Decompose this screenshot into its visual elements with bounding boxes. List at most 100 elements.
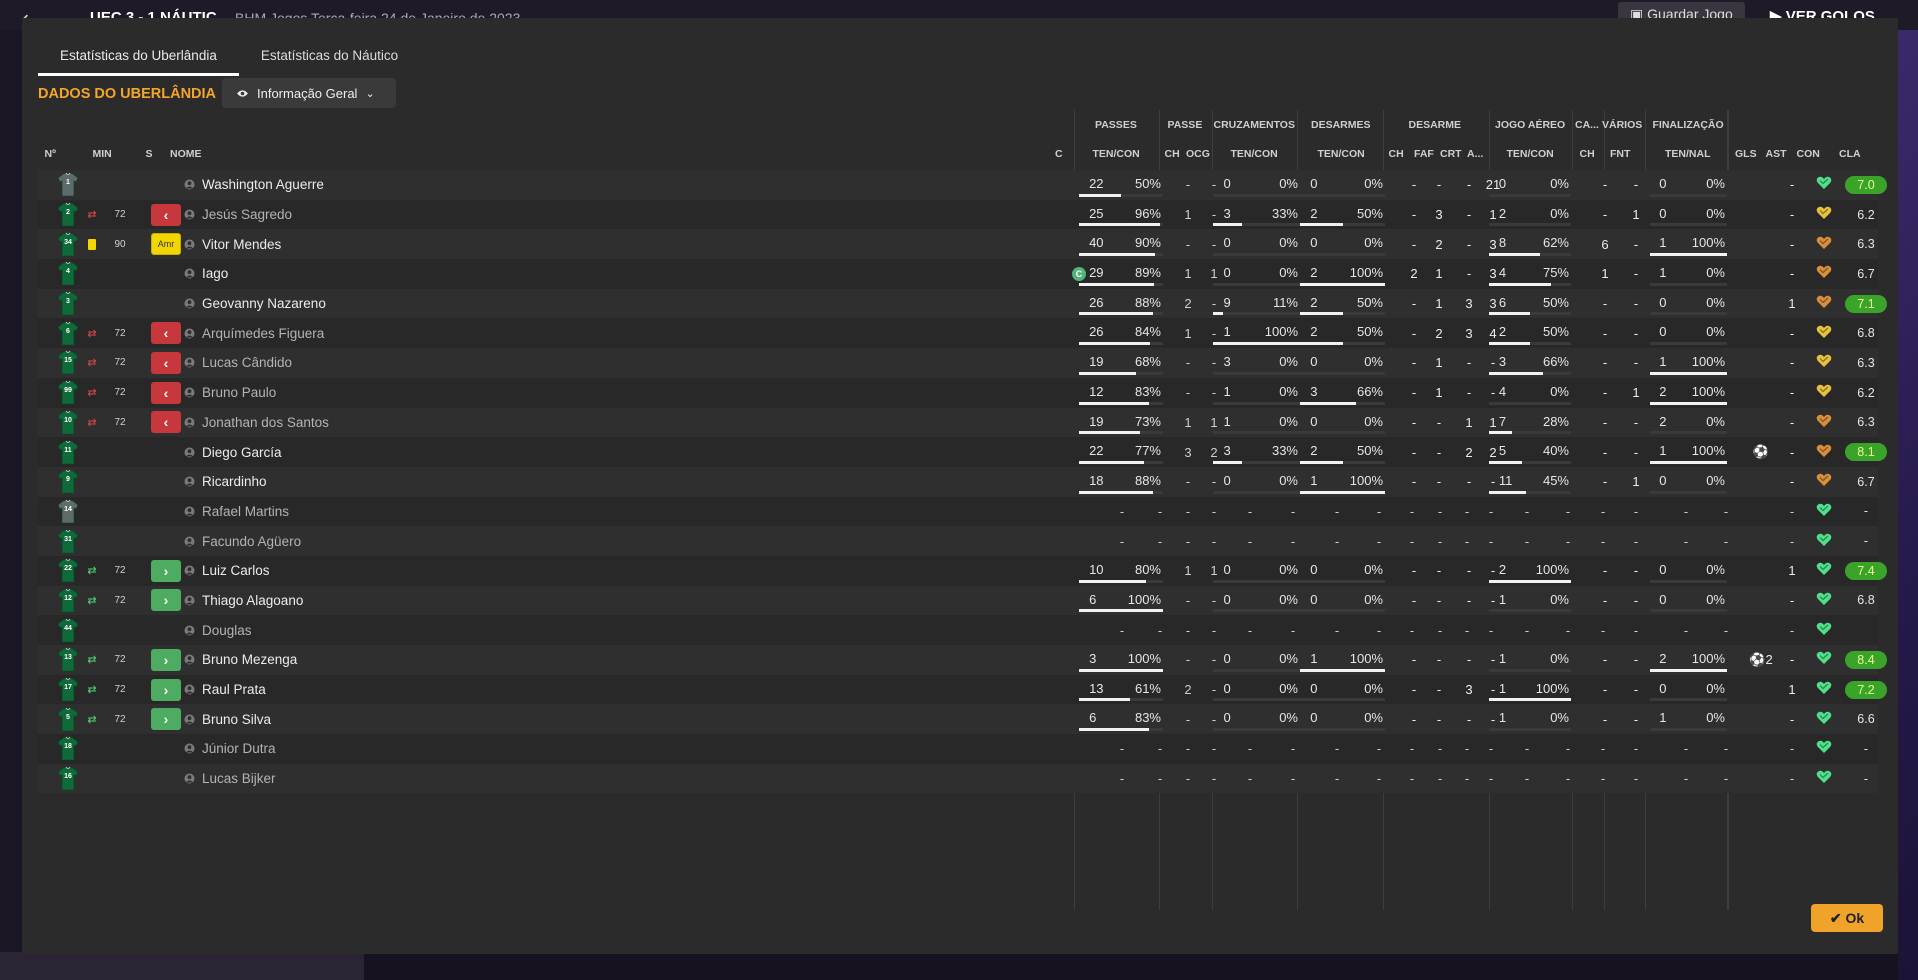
player-name[interactable]: Bruno Mezenga bbox=[184, 645, 524, 675]
empty-stat: - bbox=[1157, 741, 1163, 757]
shirt-number: 10 bbox=[64, 416, 72, 424]
subbed-on-badge[interactable]: › bbox=[151, 708, 181, 731]
player-name[interactable]: Geovanny Nazareno bbox=[184, 289, 524, 319]
jogo-aereo-bar-track bbox=[1489, 668, 1571, 672]
table-row[interactable]: 22 ⇄ 72 › Luiz Carlos 10 80% 1 1 0 0% 0 0% - - - -2 100% -… bbox=[38, 555, 1887, 586]
player-name[interactable]: Raul Prata bbox=[184, 675, 524, 705]
header-passe: PASSE bbox=[1167, 119, 1203, 131]
tab-uberlandia[interactable]: Estatísticas do Uberlândia bbox=[38, 38, 239, 76]
cruzamentos-bar-track bbox=[1213, 431, 1300, 435]
person-icon bbox=[184, 743, 195, 754]
player-name[interactable]: Thiago Alagoano bbox=[184, 586, 524, 616]
table-row[interactable]: 44 Douglas - - - - - - - - - - - - - - - - - - - bbox=[38, 615, 1878, 645]
player-name[interactable]: Bruno Paulo bbox=[184, 378, 524, 408]
empty-stat: - bbox=[1464, 741, 1470, 757]
ast-stat: - bbox=[1789, 266, 1795, 282]
finalizacao-pct: 0% bbox=[1706, 324, 1725, 340]
player-name[interactable]: Facundo Agüero bbox=[184, 526, 524, 556]
table-row[interactable]: 2 ⇄ 72 ‹ Jesús Sagredo 25 96% 1 - 3 33% 2 50% - 3 - 1 2 0%… bbox=[38, 199, 1878, 230]
subbed-off-badge[interactable]: ‹ bbox=[151, 381, 181, 404]
view-select-dropdown[interactable]: Informação Geral ⌄ bbox=[222, 78, 396, 108]
player-name[interactable]: Júnior Dutra bbox=[184, 734, 524, 764]
player-name[interactable]: Jonathan dos Santos bbox=[184, 408, 524, 438]
person-icon bbox=[184, 654, 195, 665]
subbed-on-badge[interactable]: › bbox=[151, 648, 181, 671]
table-row[interactable]: 5 ⇄ 72 › Bruno Silva 6 83% - -0 0% 0 0% - - - -1 0% - -1 0%… bbox=[38, 704, 1878, 735]
player-name[interactable]: Iago bbox=[184, 259, 524, 289]
player-name[interactable]: Washington Aguerre bbox=[184, 170, 524, 200]
empty-stat: - bbox=[1376, 741, 1382, 757]
subbed-off-badge[interactable]: ‹ bbox=[151, 351, 181, 374]
player-name[interactable]: Lucas Cândido bbox=[184, 348, 524, 378]
jogo-aereo-pct: 45% bbox=[1542, 472, 1569, 488]
player-name[interactable]: Rafael Martins bbox=[184, 497, 524, 527]
empty-stat-cell: - bbox=[1397, 734, 1427, 764]
player-name[interactable]: Diego García bbox=[184, 437, 524, 467]
minutes-played: 72 bbox=[114, 357, 126, 369]
varios-fnt: 1 bbox=[1632, 207, 1640, 223]
table-row[interactable]: 14 Rafael Martins - - - - - - - - - - - - - - - - - - - - bbox=[38, 496, 1878, 527]
table-row[interactable]: 10 ⇄ 72 ‹ Jonathan dos Santos 19 73% 1 1 1 0% 0 0% - -… bbox=[38, 407, 1878, 438]
table-row[interactable]: 34 90 Amr Vitor Mendes 40 90% - -0 0% 0 0% -2-3 8 62%… bbox=[38, 229, 1878, 260]
desarme-stat: - bbox=[1466, 177, 1472, 193]
player-name[interactable]: Douglas bbox=[184, 615, 524, 645]
empty-stat: - bbox=[1464, 503, 1470, 519]
subbed-on-badge[interactable]: › bbox=[151, 589, 181, 612]
empty-stat-cell: - bbox=[1425, 526, 1455, 556]
table-row[interactable]: 9 Ricardinho 18 88% - -0 0% 1 100% - - - -11 45% -1 0 0%… bbox=[38, 466, 1878, 497]
desarmes: 0 0% bbox=[1300, 704, 1385, 734]
table-row[interactable]: 18 Júnior Dutra - - - - - - - - - - - - - - - - - - - - bbox=[38, 734, 1878, 764]
table-row[interactable]: 99 ⇄ 72 ‹ Bruno Paulo 12 83% - -1 0% 3 66% -1- -4 0% -1… bbox=[38, 377, 1878, 408]
player-name[interactable]: Vitor Mendes bbox=[184, 229, 524, 259]
empty-stat-cell: - bbox=[1199, 734, 1229, 764]
passes-attempts: 26 bbox=[1089, 294, 1104, 310]
subbed-on-badge[interactable]: › bbox=[151, 678, 181, 701]
subbed-off-badge[interactable]: ‹ bbox=[151, 411, 181, 434]
ca-ch: - bbox=[1602, 444, 1608, 460]
player-name[interactable]: Arquímedes Figuera bbox=[184, 318, 524, 348]
goal-ball-icon: ⚽ bbox=[1752, 444, 1770, 460]
empty-stat-cell: - bbox=[1512, 615, 1542, 645]
tab-nautico[interactable]: Estatísticas do Náutico bbox=[239, 38, 420, 76]
cruzamentos: 9 11% bbox=[1213, 289, 1300, 319]
table-row[interactable]: 31 Facundo Agüero - - - - - - - - - - - - - - - - - - - - bbox=[38, 526, 1878, 556]
subbed-off-badge[interactable]: ‹ bbox=[151, 203, 181, 226]
table-row[interactable]: 11 Diego García 22 77% 3 2 3 33% 2 50% - -2 2 5 40% - -1… bbox=[38, 437, 1887, 467]
passes-bar-fill bbox=[1079, 460, 1144, 464]
minutes-played: 72 bbox=[114, 327, 126, 339]
jogo-aereo-attempts: 6 bbox=[1498, 294, 1507, 310]
cruzamentos-bar-track bbox=[1213, 579, 1300, 583]
varios-fnt: - bbox=[1633, 444, 1639, 460]
player-name[interactable]: Bruno Silva bbox=[184, 704, 524, 734]
header-nome[interactable]: NOME bbox=[170, 148, 202, 160]
yellow-card-badge[interactable]: Amr bbox=[151, 233, 181, 256]
subbed-off-badge[interactable]: ‹ bbox=[151, 322, 181, 345]
player-name[interactable]: Lucas Bijker bbox=[184, 764, 524, 794]
cruzamentos-attempts: 0 bbox=[1223, 176, 1231, 191]
player-name[interactable]: Jesús Sagredo bbox=[184, 200, 524, 230]
table-row[interactable]: 13 ⇄ 72 › Bruno Mezenga 3 100% - -0 0% 1 100% - - - -1 0… bbox=[38, 645, 1887, 675]
table-row[interactable]: 4 Iago C 29 89% 1 1 0 0% 2 100% 2 1-3 4 75% 1-1 0% -6.7 bbox=[38, 259, 1878, 289]
desarmes-attempts: 2 bbox=[1310, 443, 1318, 459]
subbed-on-badge[interactable]: › bbox=[151, 559, 181, 582]
table-row[interactable]: 12 ⇄ 72 › Thiago Alagoano 6 100% - -0 0% 0 0% - - - -1 0… bbox=[38, 585, 1878, 616]
ok-button[interactable]: ✔ Ok bbox=[1811, 904, 1883, 932]
passes: 13 61% bbox=[1079, 675, 1163, 705]
desarmes: 0 0% bbox=[1300, 675, 1385, 705]
finalizacao-pct: 0% bbox=[1706, 561, 1725, 577]
desarmes-attempts: 0 bbox=[1310, 354, 1318, 370]
desarmes: 2 50% bbox=[1300, 318, 1385, 348]
jogo-aereo: 1 0% bbox=[1489, 704, 1571, 734]
player-name[interactable]: Luiz Carlos bbox=[184, 556, 524, 586]
substitution-in-icon: ⇄ bbox=[87, 684, 97, 697]
desarmes-bar-track bbox=[1300, 253, 1385, 257]
table-row[interactable]: 6 ⇄ 72 ‹ Arquímedes Figuera 26 84% 1 - 1 100% 2 50% -… bbox=[38, 318, 1878, 349]
table-row[interactable]: 15 ⇄ 72 ‹ Lucas Cândido 19 68% - - 3 0% 0 0% - 1 - - 3 66%… bbox=[38, 348, 1878, 378]
table-row[interactable]: 3 Geovanny Nazareno 26 88% 2-9 11% 2 50% -1 3 3 6 50… bbox=[38, 288, 1887, 319]
table-row[interactable]: 1 Washington Aguerre 22 50% - -0 0% 0 0% - - -21 0 0%… bbox=[38, 170, 1887, 200]
condition-heart-icon bbox=[1816, 176, 1832, 193]
table-row[interactable]: 16 Lucas Bijker - - - - - - - - - - - - - - - - - - - - bbox=[38, 763, 1878, 794]
table-row[interactable]: 17 ⇄ 72 › Raul Prata 13 61% 2-0 0% 0 0% - -3-1 100% - -… bbox=[38, 674, 1887, 705]
player-name-label: Arquímedes Figuera bbox=[202, 325, 325, 341]
player-name[interactable]: Ricardinho bbox=[184, 467, 524, 497]
